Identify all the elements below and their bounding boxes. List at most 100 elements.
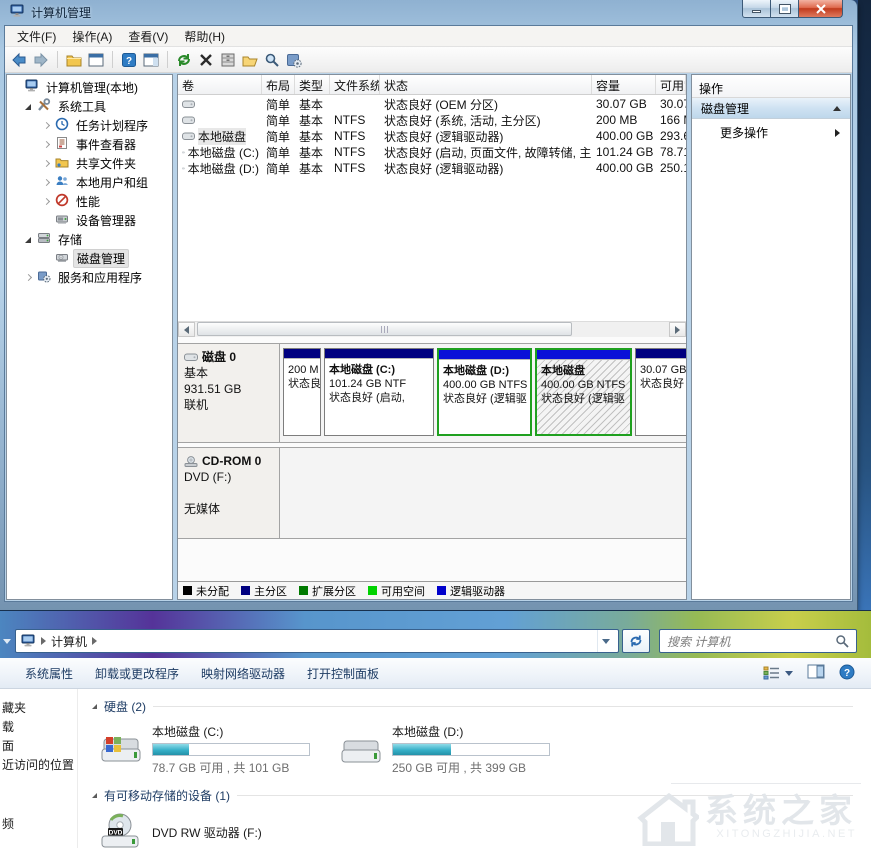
sidebar-item-favorites[interactable]: 藏夹 <box>0 699 77 718</box>
refresh-icon <box>629 634 643 648</box>
col-type[interactable]: 类型 <box>295 75 330 94</box>
open-folder-icon[interactable] <box>241 51 259 69</box>
graphical-view: 磁盘 0 基本 931.51 GB 联机 200 M状态良 <box>178 337 686 599</box>
collapsed-icon[interactable] <box>24 274 31 281</box>
partition-system-reserved[interactable]: 200 M状态良 <box>283 348 321 436</box>
menu-help[interactable]: 帮助(H) <box>176 26 233 47</box>
tree-item-disk-management[interactable]: 磁盘管理 <box>9 249 172 268</box>
tree-item-event-viewer[interactable]: 事件查看器 <box>9 135 172 154</box>
partition-c[interactable]: 本地磁盘 (C:)101.24 GB NTF状态良好 (启动, <box>324 348 434 436</box>
close-button[interactable] <box>798 0 843 18</box>
col-free-space[interactable]: 可用空 <box>656 75 686 94</box>
legend-bar: 未分配 主分区 扩展分区 可用空间 逻辑驱动器 <box>178 581 686 599</box>
forward-icon[interactable] <box>32 51 50 69</box>
folder-icon[interactable] <box>65 51 83 69</box>
svg-text:?: ? <box>844 668 850 679</box>
col-status[interactable]: 状态 <box>380 75 592 94</box>
tree-item-storage[interactable]: 存储 <box>9 230 172 249</box>
tree-item-performance[interactable]: 性能 <box>9 192 172 211</box>
navigation-pane: 藏夹 载 面 近访问的位置 频 <box>0 689 78 848</box>
back-icon[interactable] <box>10 51 28 69</box>
tree-item-shared-folders[interactable]: 共享文件夹 <box>9 154 172 173</box>
sidebar-item-downloads[interactable]: 载 <box>0 718 77 737</box>
drive-c-tile[interactable]: 本地磁盘 (C:) 78.7 GB 可用 , 共 101 GB <box>98 723 328 776</box>
console-window-icon[interactable] <box>87 51 105 69</box>
change-view-button[interactable] <box>763 665 793 681</box>
menu-action[interactable]: 操作(A) <box>64 26 120 47</box>
tree-item-services-applications[interactable]: 服务和应用程序 <box>9 268 172 287</box>
legend-swatch <box>241 586 250 595</box>
sidebar-item-videos[interactable]: 频 <box>0 815 77 834</box>
map-network-drive-button[interactable]: 映射网络驱动器 <box>190 660 296 687</box>
drive-d-tile[interactable]: 本地磁盘 (D:) 250 GB 可用 , 共 399 GB <box>338 723 568 776</box>
breadcrumb-computer[interactable]: 计算机 <box>51 633 87 650</box>
help-button[interactable]: ? <box>839 664 855 683</box>
search-icon[interactable] <box>835 634 849 648</box>
maximize-button[interactable] <box>770 0 799 18</box>
breadcrumb-arrow-icon[interactable] <box>92 637 97 645</box>
chevron-down-icon <box>602 639 610 644</box>
cdrom-header[interactable]: CD-ROM 0 DVD (F:) 无媒体 <box>178 448 280 538</box>
scrollbar-thumb[interactable] <box>197 322 572 336</box>
tree-item-task-scheduler[interactable]: 任务计划程序 <box>9 116 172 135</box>
expanded-icon[interactable] <box>25 237 31 243</box>
open-control-panel-button[interactable]: 打开控制面板 <box>296 660 390 687</box>
partition-d[interactable]: 本地磁盘 (D:)400.00 GB NTFS状态良好 (逻辑驱 <box>437 348 532 436</box>
collapsed-icon[interactable] <box>42 141 49 148</box>
collapsed-icon[interactable] <box>42 198 49 205</box>
panel-icon[interactable] <box>142 51 160 69</box>
collapsed-icon[interactable] <box>42 122 49 129</box>
actions-group-disk-management[interactable]: 磁盘管理 <box>692 98 850 119</box>
refresh-button[interactable] <box>622 629 650 653</box>
col-filesystem[interactable]: 文件系统 <box>330 75 380 94</box>
expanded-icon[interactable] <box>25 104 31 110</box>
sidebar-item-desktop[interactable]: 面 <box>0 737 77 756</box>
title-bar[interactable]: 计算机管理 <box>4 0 853 25</box>
watermark-divider <box>671 783 861 784</box>
section-collapse-icon[interactable] <box>92 793 97 798</box>
properties-icon[interactable] <box>219 51 237 69</box>
minimize-button[interactable] <box>742 0 771 18</box>
watermark-title: 系统之家 <box>705 794 857 828</box>
more-actions[interactable]: 更多操作 <box>692 119 850 146</box>
breadcrumb-arrow-icon[interactable] <box>41 637 46 645</box>
help-icon[interactable]: ? <box>120 51 138 69</box>
scrollbar-track[interactable] <box>195 322 669 337</box>
nav-history-dropdown[interactable] <box>2 629 12 653</box>
collapse-icon[interactable] <box>833 106 841 111</box>
refresh-icon[interactable] <box>175 51 193 69</box>
search-input[interactable]: 搜索 计算机 <box>659 629 857 653</box>
tree-item-system-tools[interactable]: 系统工具 <box>9 97 172 116</box>
address-dropdown[interactable] <box>597 630 613 652</box>
console-settings-icon[interactable] <box>285 51 303 69</box>
col-volume[interactable]: 卷 <box>178 75 262 94</box>
volume-row[interactable]: 本地磁盘 (D:) 简单基本NTFS状态良好 (逻辑驱动器)400.00 GB2… <box>178 159 686 175</box>
delete-icon[interactable] <box>197 51 215 69</box>
search-icon[interactable] <box>263 51 281 69</box>
system-properties-button[interactable]: 系统属性 <box>14 660 84 687</box>
partition-oem[interactable]: 30.07 GB状态良好 (OEM <box>635 348 687 436</box>
preview-pane-button[interactable] <box>807 664 825 682</box>
sidebar-item-recent-places[interactable]: 近访问的位置 <box>0 756 77 775</box>
scroll-right-button[interactable] <box>669 322 686 337</box>
tree-item-local-users-groups[interactable]: 本地用户和组 <box>9 173 172 192</box>
tree-item-device-manager[interactable]: 设备管理器 <box>9 211 172 230</box>
collapsed-icon[interactable] <box>42 179 49 186</box>
collapsed-icon[interactable] <box>42 160 49 167</box>
scroll-left-button[interactable] <box>178 322 195 337</box>
col-capacity[interactable]: 容量 <box>592 75 656 94</box>
partition-local-disk-selected[interactable]: 本地磁盘400.00 GB NTFS状态良好 (逻辑驱 <box>535 348 632 436</box>
uninstall-program-button[interactable]: 卸载或更改程序 <box>84 660 190 687</box>
disk-0-header[interactable]: 磁盘 0 基本 931.51 GB 联机 <box>178 344 280 442</box>
tree-item-root[interactable]: 计算机管理(本地) <box>9 78 172 97</box>
address-bar[interactable]: 计算机 <box>15 629 619 653</box>
section-collapse-icon[interactable] <box>92 704 97 709</box>
drive-name: 本地磁盘 (D:) <box>392 723 550 740</box>
section-hard-disks[interactable]: 硬盘 (2) <box>92 697 853 715</box>
menu-file[interactable]: 文件(F) <box>9 26 64 47</box>
capacity-bar <box>392 743 550 756</box>
legend-primary: 主分区 <box>241 583 287 599</box>
col-layout[interactable]: 布局 <box>262 75 295 94</box>
menu-view[interactable]: 查看(V) <box>120 26 176 47</box>
horizontal-scrollbar[interactable] <box>178 321 686 337</box>
